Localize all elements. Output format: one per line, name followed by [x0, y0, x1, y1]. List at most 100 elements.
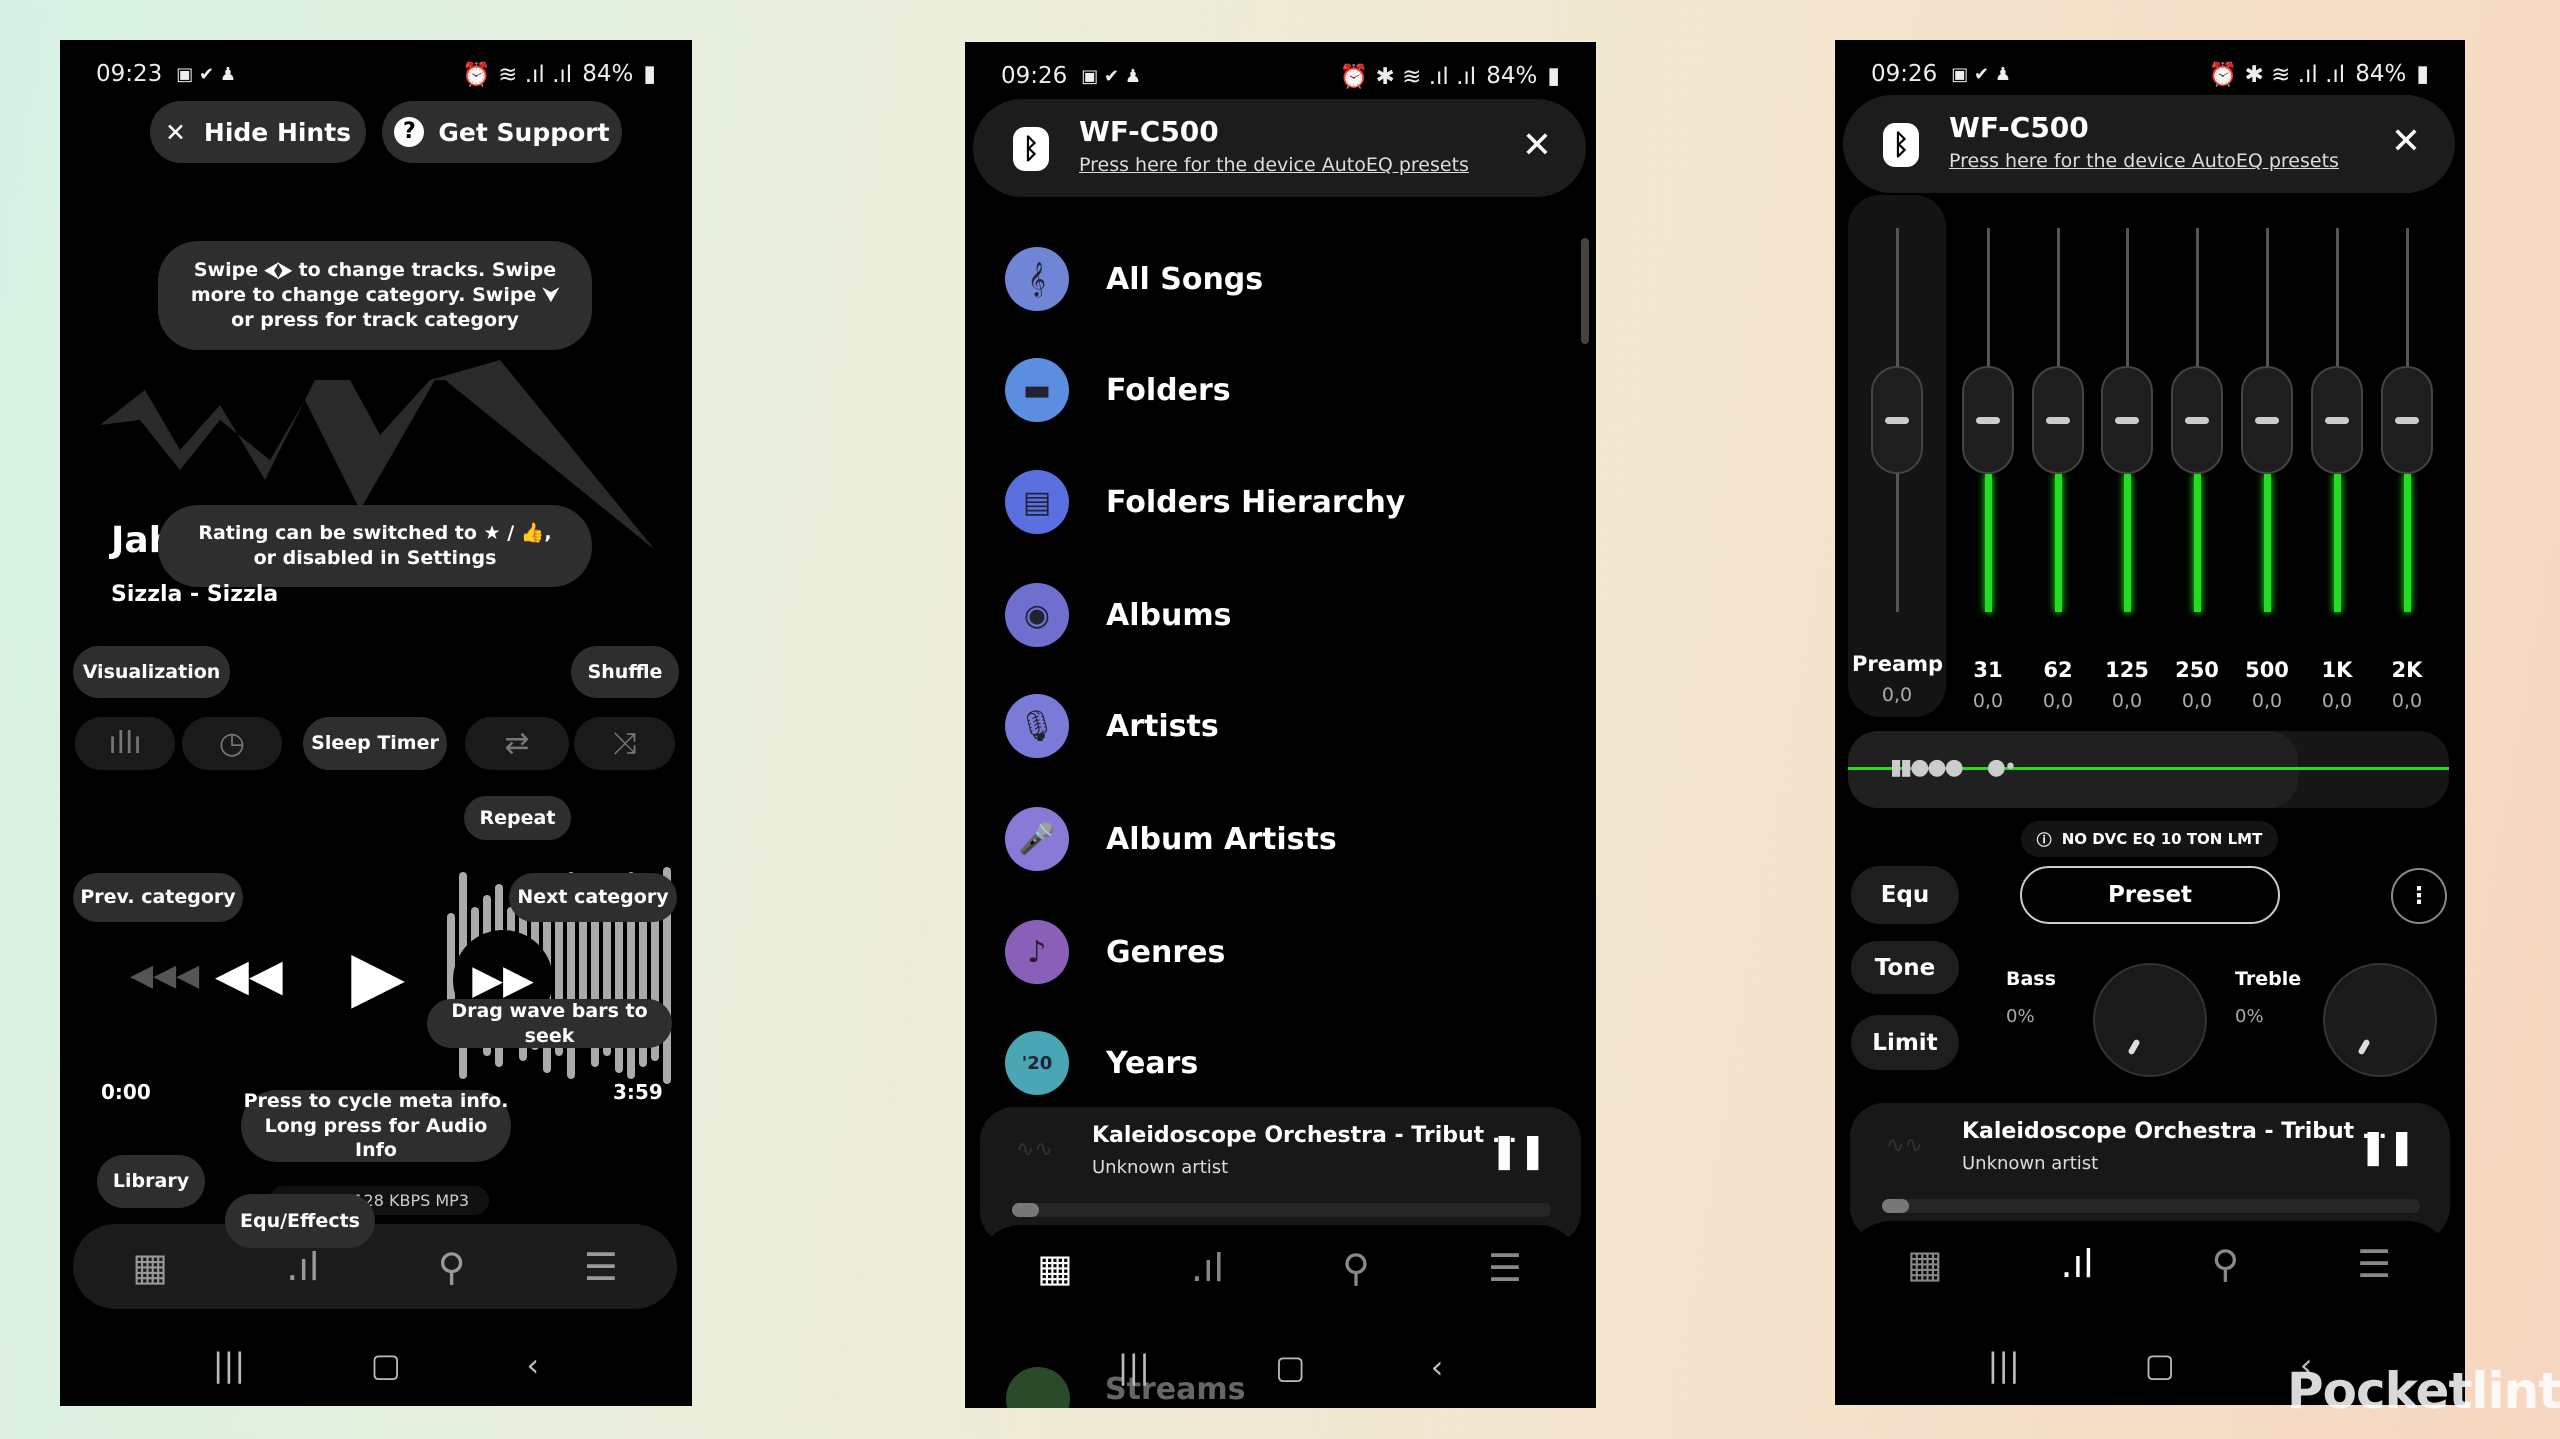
close-icon[interactable]: ✕	[1522, 125, 1552, 166]
bass-value: 0%	[2006, 1006, 2035, 1027]
mini-title: Kaleidoscope Orchestra - Tribut ...	[1092, 1123, 1517, 1148]
home-icon[interactable]: ▢	[2145, 1346, 2175, 1384]
eq-slider-preamp[interactable]	[1867, 228, 1927, 612]
bluetooth-icon: ᛒ	[1013, 127, 1049, 171]
menu-icon[interactable]: ☰	[1488, 1246, 1522, 1290]
library-grid-icon[interactable]: ▦	[1037, 1246, 1073, 1290]
home-icon[interactable]: ▢	[1275, 1348, 1305, 1386]
calendar-years-icon: '20	[1005, 1031, 1069, 1095]
clock-icon: ◷	[218, 726, 246, 761]
list-item-years[interactable]: '20 Years	[1005, 1028, 1198, 1098]
waveform-icon: ıllı	[108, 726, 142, 761]
guitar-icon: ♪	[1005, 920, 1069, 984]
eq-slider-1k[interactable]	[2307, 228, 2367, 612]
progress-bar[interactable]	[1882, 1199, 2420, 1213]
clock: 09:26	[1871, 61, 1938, 87]
list-item-label: Genres	[1106, 934, 1226, 970]
search-icon[interactable]: ⚲	[438, 1245, 466, 1289]
close-icon[interactable]: ✕	[2391, 121, 2421, 162]
list-item-label: Folders	[1106, 372, 1231, 408]
equalizer-icon[interactable]: .ıl	[1191, 1246, 1224, 1290]
slider-knob[interactable]	[1962, 366, 2014, 474]
bass-knob[interactable]	[2093, 963, 2207, 1077]
treble-knob[interactable]	[2323, 963, 2437, 1077]
scrollbar[interactable]	[1581, 238, 1589, 344]
visualization-button[interactable]: ıllı	[75, 717, 175, 770]
eq-handles[interactable]: ▮▮●●● ●•	[1890, 755, 2017, 780]
equalizer-icon[interactable]: .ıl	[286, 1245, 319, 1289]
slider-knob[interactable]	[2381, 366, 2433, 474]
recents-icon[interactable]: |||	[1987, 1346, 2019, 1384]
back-icon[interactable]: ‹	[1431, 1348, 1444, 1386]
slider-knob[interactable]	[1871, 366, 1923, 474]
slider-knob[interactable]	[2241, 366, 2293, 474]
device-banner[interactable]: ᛒ WF-C500 Press here for the device AutoEQ…	[973, 99, 1586, 197]
rewind-button[interactable]: ◀◀	[215, 950, 283, 1001]
list-item-artists[interactable]: 🎙 Artists	[1005, 691, 1219, 761]
progress-fill	[1882, 1199, 1909, 1213]
more-options-icon[interactable]: ⋮	[2391, 868, 2447, 924]
equ-tab[interactable]: Equ	[1851, 866, 1959, 924]
library-grid-icon[interactable]: ▦	[132, 1245, 168, 1289]
library-grid-icon[interactable]: ▦	[1907, 1242, 1943, 1286]
eq-slider-31[interactable]	[1958, 228, 2018, 612]
repeat-button[interactable]: ⇄	[465, 717, 569, 770]
list-item-label: All Songs	[1106, 261, 1264, 297]
pause-button[interactable]: ❚❚	[2359, 1127, 2416, 1167]
slider-knob[interactable]	[2311, 366, 2363, 474]
list-item-albums[interactable]: ◉ Albums	[1005, 580, 1231, 650]
search-icon[interactable]: ⚲	[2211, 1242, 2239, 1286]
search-icon[interactable]: ⚲	[1342, 1246, 1370, 1290]
list-item-genres[interactable]: ♪ Genres	[1005, 917, 1225, 987]
mini-title: Kaleidoscope Orchestra - Tribut ...	[1962, 1119, 2387, 1144]
hide-hints-button[interactable]: ✕ Hide Hints	[150, 101, 366, 163]
equalizer-screen: 09:26 ▣ ✔ ♟ ⏰ ✱ ≋ .ıl .ıl 84% ▮ ᛒ WF-C500 Pres…	[1835, 40, 2465, 1405]
sleep-timer-button[interactable]: ◷	[182, 717, 282, 770]
list-item-label: Years	[1106, 1045, 1199, 1081]
play-button[interactable]: ▶	[312, 910, 444, 1042]
eq-notice[interactable]: ⓘ NO DVC EQ 10 TON LMT	[2021, 821, 2278, 857]
device-banner[interactable]: ᛒ WF-C500 Press here for the device AutoEQ…	[1843, 95, 2455, 193]
eq-slider-250[interactable]	[2167, 228, 2227, 612]
hint-shuffle: Shuffle	[571, 646, 679, 698]
home-icon[interactable]: ▢	[371, 1346, 401, 1384]
eq-slider-125[interactable]	[2097, 228, 2157, 612]
progress-bar[interactable]	[1012, 1203, 1551, 1217]
eq-slider-62[interactable]	[2028, 228, 2088, 612]
list-item-album-artists[interactable]: 🎤 Album Artists	[1005, 804, 1337, 874]
eq-slider-500[interactable]	[2237, 228, 2297, 612]
microphone-icon: 🎙	[1005, 694, 1069, 758]
eq-slider-2k[interactable]	[2377, 228, 2437, 612]
tone-tab[interactable]: Tone	[1851, 941, 1959, 994]
pocketlint-watermark: Pocketlint	[2287, 1362, 2560, 1420]
menu-icon[interactable]: ☰	[2357, 1242, 2391, 1286]
track-artist[interactable]: Sizzla - Sizzla	[111, 582, 278, 607]
bottom-nav: ▦ .ıl ⚲ ☰	[1848, 1221, 2450, 1306]
slider-knob[interactable]	[2171, 366, 2223, 474]
pause-button[interactable]: ❚❚	[1490, 1131, 1547, 1171]
eq-band-label: Preamp	[1852, 652, 1944, 676]
autoeq-link[interactable]: Press here for the device AutoEQ presets	[1079, 154, 1469, 176]
autoeq-link[interactable]: Press here for the device AutoEQ presets	[1949, 150, 2339, 172]
menu-icon[interactable]: ☰	[584, 1245, 618, 1289]
preset-button[interactable]: Preset	[2020, 866, 2280, 924]
hint-sleep-timer: Sleep Timer	[303, 717, 447, 770]
microphone-person-icon: 🎤	[1005, 807, 1069, 871]
get-support-button[interactable]: ? Get Support	[382, 101, 622, 163]
recents-icon[interactable]: |||	[1118, 1348, 1150, 1386]
list-item-folders[interactable]: ▬ Folders	[1005, 355, 1231, 425]
slider-knob[interactable]	[2032, 366, 2084, 474]
shuffle-button[interactable]: ⤨	[574, 717, 675, 770]
player-hints-screen: 09:23 ▣ ✔ ♟ ⏰ ≋ .ıl .ıl 84% ▮ ✕ Hide Hints ? G…	[60, 40, 692, 1406]
slider-knob[interactable]	[2101, 366, 2153, 474]
play-icon: ▶	[351, 935, 405, 1017]
limit-tab[interactable]: Limit	[1851, 1015, 1959, 1070]
prev-category-icon[interactable]: ◀◀◀	[130, 958, 199, 993]
device-name: WF-C500	[1079, 115, 1219, 148]
equalizer-icon[interactable]: .ıl	[2061, 1242, 2094, 1286]
shuffle-icon: ⤨	[612, 726, 637, 761]
list-item-all-songs[interactable]: 𝄞 All Songs	[1005, 244, 1263, 314]
recents-icon[interactable]: |||	[213, 1346, 245, 1384]
list-item-folders-hierarchy[interactable]: ▤ Folders Hierarchy	[1005, 467, 1405, 537]
back-icon[interactable]: ‹	[526, 1346, 539, 1384]
